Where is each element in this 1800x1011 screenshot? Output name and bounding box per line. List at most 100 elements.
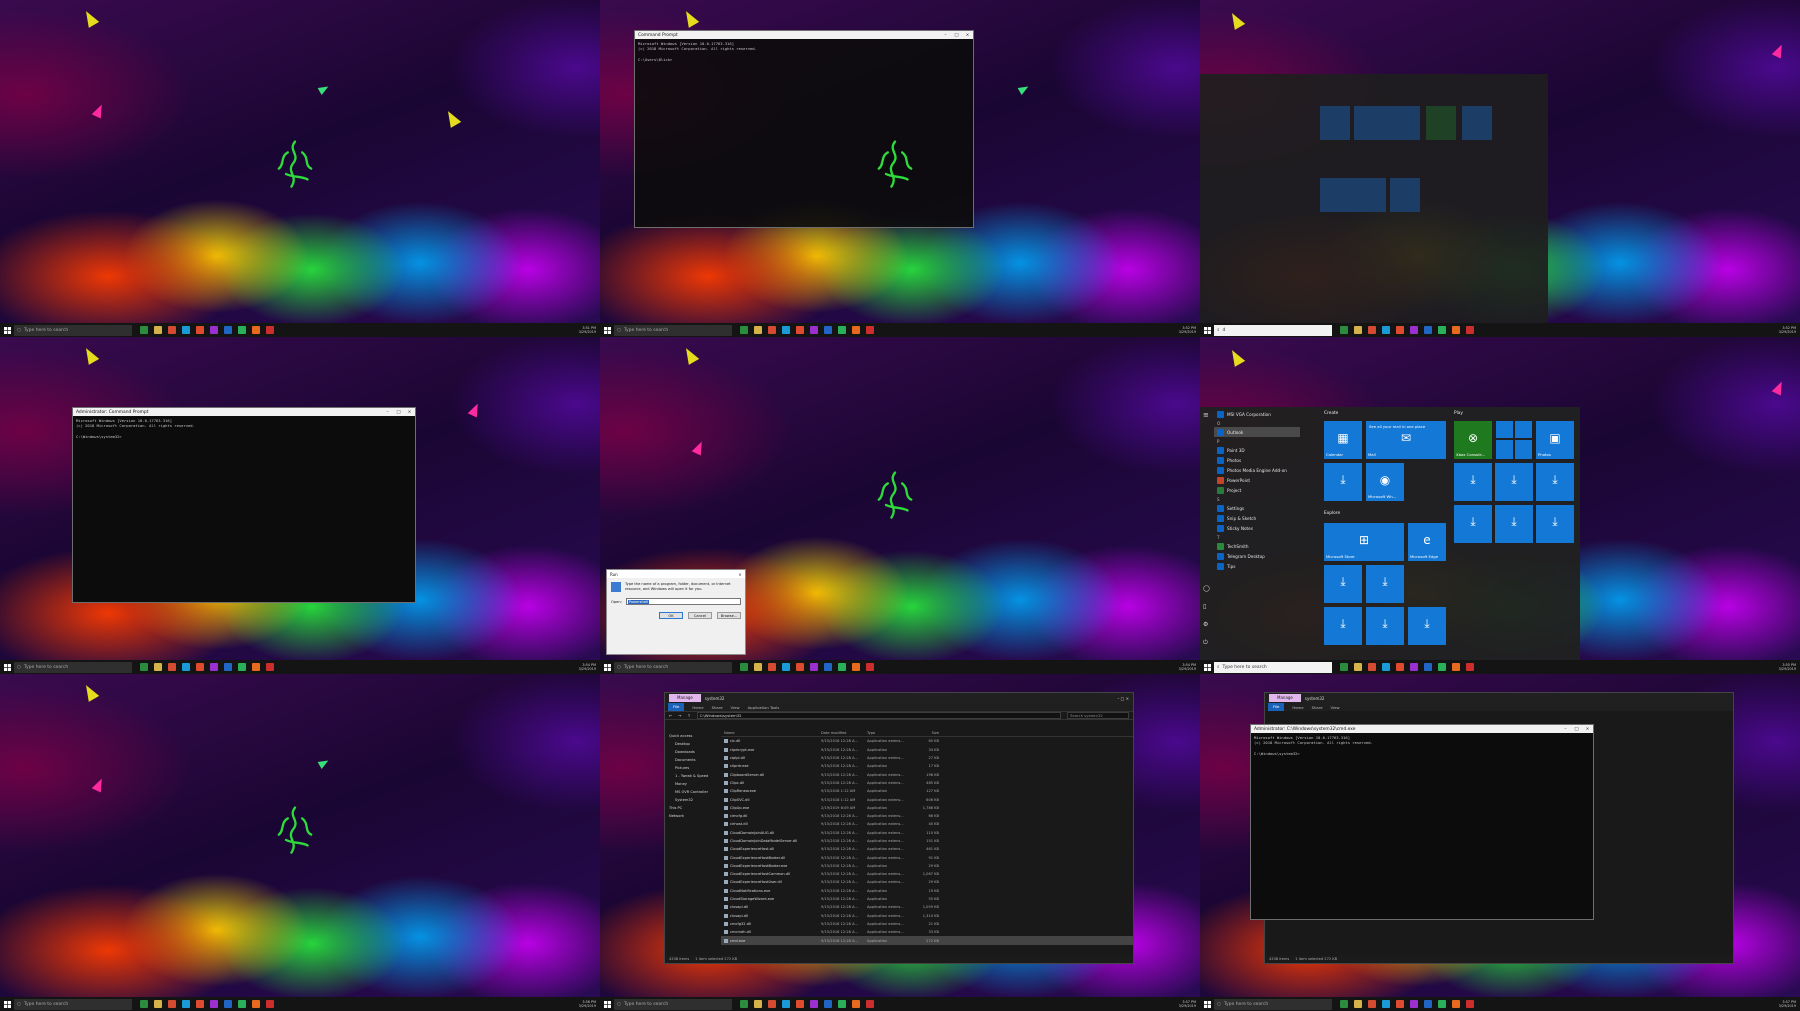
tile-placeholder[interactable] bbox=[1320, 106, 1350, 140]
column-header-size[interactable]: Size bbox=[913, 731, 943, 735]
tile-group-explore[interactable]: Explore bbox=[1324, 511, 1340, 516]
close-icon[interactable]: × bbox=[1582, 727, 1593, 732]
close-icon[interactable]: × bbox=[404, 410, 415, 415]
taskbar-app-icon[interactable] bbox=[796, 1000, 804, 1008]
taskbar-app-icon[interactable] bbox=[1410, 663, 1418, 671]
admin-command-prompt-window[interactable]: Administrator: Command Prompt – □ × Microso… bbox=[72, 407, 416, 603]
admin-cmd-exe-window[interactable]: Administrator: C:\Windows\system32\cmd.e… bbox=[1250, 724, 1594, 920]
clock-date[interactable]: 3/29/2019 bbox=[579, 667, 596, 671]
taskbar-search-box[interactable]: ○ Type here to search bbox=[1214, 998, 1332, 1010]
taskbar-app-icon[interactable] bbox=[1340, 326, 1348, 334]
console-output[interactable]: Microsoft Windows [Version 10.0.17763.31… bbox=[635, 39, 973, 64]
column-header-name[interactable]: Name bbox=[721, 731, 821, 735]
nav-item[interactable]: Pictures bbox=[665, 764, 721, 772]
taskbar-app-icon[interactable] bbox=[168, 663, 176, 671]
table-row[interactable]: cipdcrypt.exe 9/15/2018 12:28 A... Applica… bbox=[721, 746, 1133, 754]
taskbar-app-icon[interactable] bbox=[1410, 326, 1418, 334]
power-icon[interactable]: ⏻ bbox=[1203, 639, 1208, 647]
taskbar-app-icon[interactable] bbox=[768, 663, 776, 671]
taskbar-app-icon[interactable] bbox=[1466, 663, 1474, 671]
letter-header[interactable]: O bbox=[1214, 419, 1300, 427]
taskbar-app-icon[interactable] bbox=[796, 326, 804, 334]
taskbar-app-icon[interactable] bbox=[754, 326, 762, 334]
app-list-item[interactable]: Tips bbox=[1214, 561, 1300, 571]
tile-download[interactable]: ⤓ bbox=[1495, 463, 1533, 501]
tile-play-small[interactable] bbox=[1515, 440, 1532, 459]
clock-date[interactable]: 3/29/2019 bbox=[1779, 667, 1796, 671]
taskbar-app-icon[interactable] bbox=[852, 663, 860, 671]
clock-date[interactable]: 3/29/2019 bbox=[1179, 330, 1196, 334]
table-row[interactable]: cic.dll 9/15/2018 12:28 A... Application e… bbox=[721, 737, 1133, 745]
taskbar-app-icon[interactable] bbox=[168, 326, 176, 334]
table-row[interactable]: cmd.exe 9/15/2018 12:28 A... Application 27… bbox=[721, 936, 1133, 945]
minimize-icon[interactable]: – bbox=[940, 33, 951, 38]
app-list-item[interactable]: Sticky Notes bbox=[1214, 523, 1300, 533]
taskbar-app-icon[interactable] bbox=[1368, 326, 1376, 334]
start-menu[interactable]: ≡ ◯ ▯ ⚙ ⏻ MSI VGA Corporation O Outlook … bbox=[1200, 407, 1580, 660]
taskbar-app-icon[interactable] bbox=[140, 326, 148, 334]
window-controls[interactable]: – □ × bbox=[1117, 696, 1133, 701]
nav-item[interactable]: Network bbox=[665, 812, 721, 820]
table-row[interactable]: CloudDomainJoinAUG.dll 9/15/2018 12:28 A.… bbox=[721, 829, 1133, 837]
tile-xbox[interactable]: ⊗ Xbox Console... bbox=[1454, 421, 1492, 459]
table-row[interactable]: clrhost.dll 9/15/2018 12:28 A... Applicati… bbox=[721, 820, 1133, 828]
taskbar-app-icon[interactable] bbox=[866, 1000, 874, 1008]
taskbar-app-icon[interactable] bbox=[196, 663, 204, 671]
table-row[interactable]: CloudExperienceHostCommon.dll 9/15/2018 1… bbox=[721, 870, 1133, 878]
taskbar-search-box[interactable]: ○ Type here to search bbox=[614, 324, 732, 336]
tile-download[interactable]: ⤓ bbox=[1324, 565, 1362, 603]
explorer-titlebar[interactable]: Manage system32 bbox=[1265, 693, 1733, 703]
taskbar-app-icon[interactable] bbox=[182, 326, 190, 334]
taskbar-search-box[interactable]: ○ Type here to search bbox=[14, 661, 132, 673]
tile-placeholder[interactable] bbox=[1354, 106, 1420, 140]
manage-tab[interactable]: Manage bbox=[1269, 694, 1301, 702]
ribbon-tab-file[interactable]: File bbox=[1268, 703, 1285, 711]
letter-header[interactable]: P bbox=[1214, 437, 1300, 445]
clock-date[interactable]: 3/29/2019 bbox=[579, 1004, 596, 1008]
start-button[interactable] bbox=[600, 660, 614, 674]
search-input[interactable]: Search system32 bbox=[1067, 712, 1129, 719]
taskbar-search-box[interactable]: ○ Type here to search bbox=[14, 998, 132, 1010]
taskbar-app-icon[interactable] bbox=[168, 1000, 176, 1008]
table-row[interactable]: CloudExperienceHostUser.dll 9/15/2018 12:… bbox=[721, 878, 1133, 886]
taskbar-app-icon[interactable] bbox=[1438, 663, 1446, 671]
taskbar-app-icon[interactable] bbox=[824, 1000, 832, 1008]
cancel-button[interactable]: Cancel bbox=[688, 612, 712, 619]
start-button[interactable] bbox=[1200, 997, 1214, 1011]
taskbar-app-icon[interactable] bbox=[140, 663, 148, 671]
table-row[interactable]: cliprdr.exe 9/15/2018 12:28 A... Applicati… bbox=[721, 762, 1133, 770]
table-row[interactable]: ClipRenew.exe 9/15/2018 1:12 AM Applicatio… bbox=[721, 787, 1133, 795]
taskbar-search-box[interactable]: ○ Type here to search bbox=[614, 998, 732, 1010]
tile-mail[interactable]: See all your mail in one place ✉ Mail bbox=[1366, 421, 1446, 459]
taskbar-app-icon[interactable] bbox=[1382, 1000, 1390, 1008]
explorer-titlebar[interactable]: Manage system32 – □ × bbox=[665, 693, 1133, 703]
taskbar-app-icon[interactable] bbox=[224, 663, 232, 671]
taskbar-app-icon[interactable] bbox=[1396, 1000, 1404, 1008]
app-list-item[interactable]: Telegram Desktop bbox=[1214, 551, 1300, 561]
forward-arrow-icon[interactable]: → bbox=[678, 713, 681, 718]
clock-date[interactable]: 3/29/2019 bbox=[1779, 330, 1796, 334]
clock-date[interactable]: 3/29/2019 bbox=[579, 330, 596, 334]
command-prompt-window[interactable]: Command Prompt – □ × Microsoft Windows [Ver… bbox=[634, 30, 974, 228]
close-icon[interactable]: × bbox=[962, 33, 973, 38]
app-list-item[interactable]: Paint 3D bbox=[1214, 445, 1300, 455]
nav-item[interactable]: 1 - Tweak & Speed bbox=[665, 772, 721, 780]
table-row[interactable]: CloudExperienceHostBroker.exe 9/15/2018 1… bbox=[721, 862, 1133, 870]
taskbar-app-icon[interactable] bbox=[266, 326, 274, 334]
window-titlebar[interactable]: Administrator: Command Prompt – □ × bbox=[73, 408, 415, 416]
tile-download[interactable]: ⤓ bbox=[1495, 505, 1533, 543]
taskbar-app-icon[interactable] bbox=[866, 663, 874, 671]
taskbar-app-icon[interactable] bbox=[266, 663, 274, 671]
taskbar-app-icon[interactable] bbox=[740, 326, 748, 334]
letter-header[interactable]: T bbox=[1214, 533, 1300, 541]
tile-placeholder[interactable] bbox=[1390, 178, 1420, 212]
taskbar-app-icon[interactable] bbox=[782, 1000, 790, 1008]
nav-item[interactable]: Documents bbox=[665, 756, 721, 764]
ribbon-tab-file[interactable]: File bbox=[668, 703, 685, 711]
run-dialog[interactable]: Run × Type the name of a program, folder,… bbox=[606, 569, 746, 655]
taskbar-app-icon[interactable] bbox=[782, 326, 790, 334]
app-list-item[interactable]: Outlook bbox=[1214, 427, 1300, 437]
start-button[interactable] bbox=[0, 997, 14, 1011]
taskbar-app-icon[interactable] bbox=[210, 1000, 218, 1008]
ribbon-tab-share[interactable]: Share bbox=[1312, 705, 1323, 710]
